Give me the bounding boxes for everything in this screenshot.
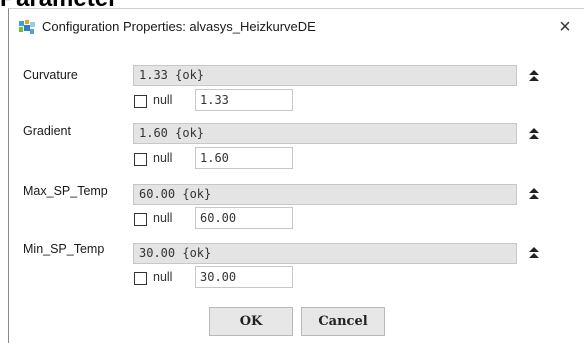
dialog-title: Configuration Properties: alvasys_Heizku… — [42, 19, 316, 34]
null-value-input[interactable]: 1.33 — [195, 89, 293, 111]
property-label: Max_SP_Temp — [23, 184, 108, 198]
close-icon: × — [559, 16, 571, 38]
ok-button[interactable]: OK — [209, 307, 293, 336]
null-label: null — [153, 93, 173, 107]
close-button[interactable]: × — [553, 15, 577, 39]
app-icon — [19, 20, 35, 34]
property-value: 1.60 {ok} — [133, 123, 517, 144]
null-value-input[interactable]: 1.60 — [195, 147, 293, 169]
null-checkbox[interactable] — [134, 95, 147, 108]
expand-arrows-icon[interactable] — [527, 245, 541, 261]
dialog-titlebar[interactable]: Configuration Properties: alvasys_Heizku… — [9, 9, 584, 45]
property-label: Curvature — [23, 68, 78, 82]
property-value: 60.00 {ok} — [133, 184, 517, 205]
cancel-button[interactable]: Cancel — [301, 307, 385, 336]
property-label: Min_SP_Temp — [23, 242, 105, 256]
null-value-input[interactable]: 60.00 — [195, 207, 293, 229]
configuration-dialog: Configuration Properties: alvasys_Heizku… — [8, 8, 584, 343]
null-label: null — [153, 270, 173, 284]
null-checkbox[interactable] — [134, 272, 147, 285]
property-value: 30.00 {ok} — [133, 243, 517, 264]
null-checkbox[interactable] — [134, 213, 147, 226]
null-checkbox[interactable] — [134, 153, 147, 166]
null-label: null — [153, 151, 173, 165]
property-label: Gradient — [23, 124, 71, 138]
null-label: null — [153, 211, 173, 225]
expand-arrows-icon[interactable] — [527, 126, 541, 142]
expand-arrows-icon[interactable] — [527, 186, 541, 202]
property-value: 1.33 {ok} — [133, 65, 517, 86]
expand-arrows-icon[interactable] — [527, 68, 541, 84]
null-value-input[interactable]: 30.00 — [195, 266, 293, 288]
